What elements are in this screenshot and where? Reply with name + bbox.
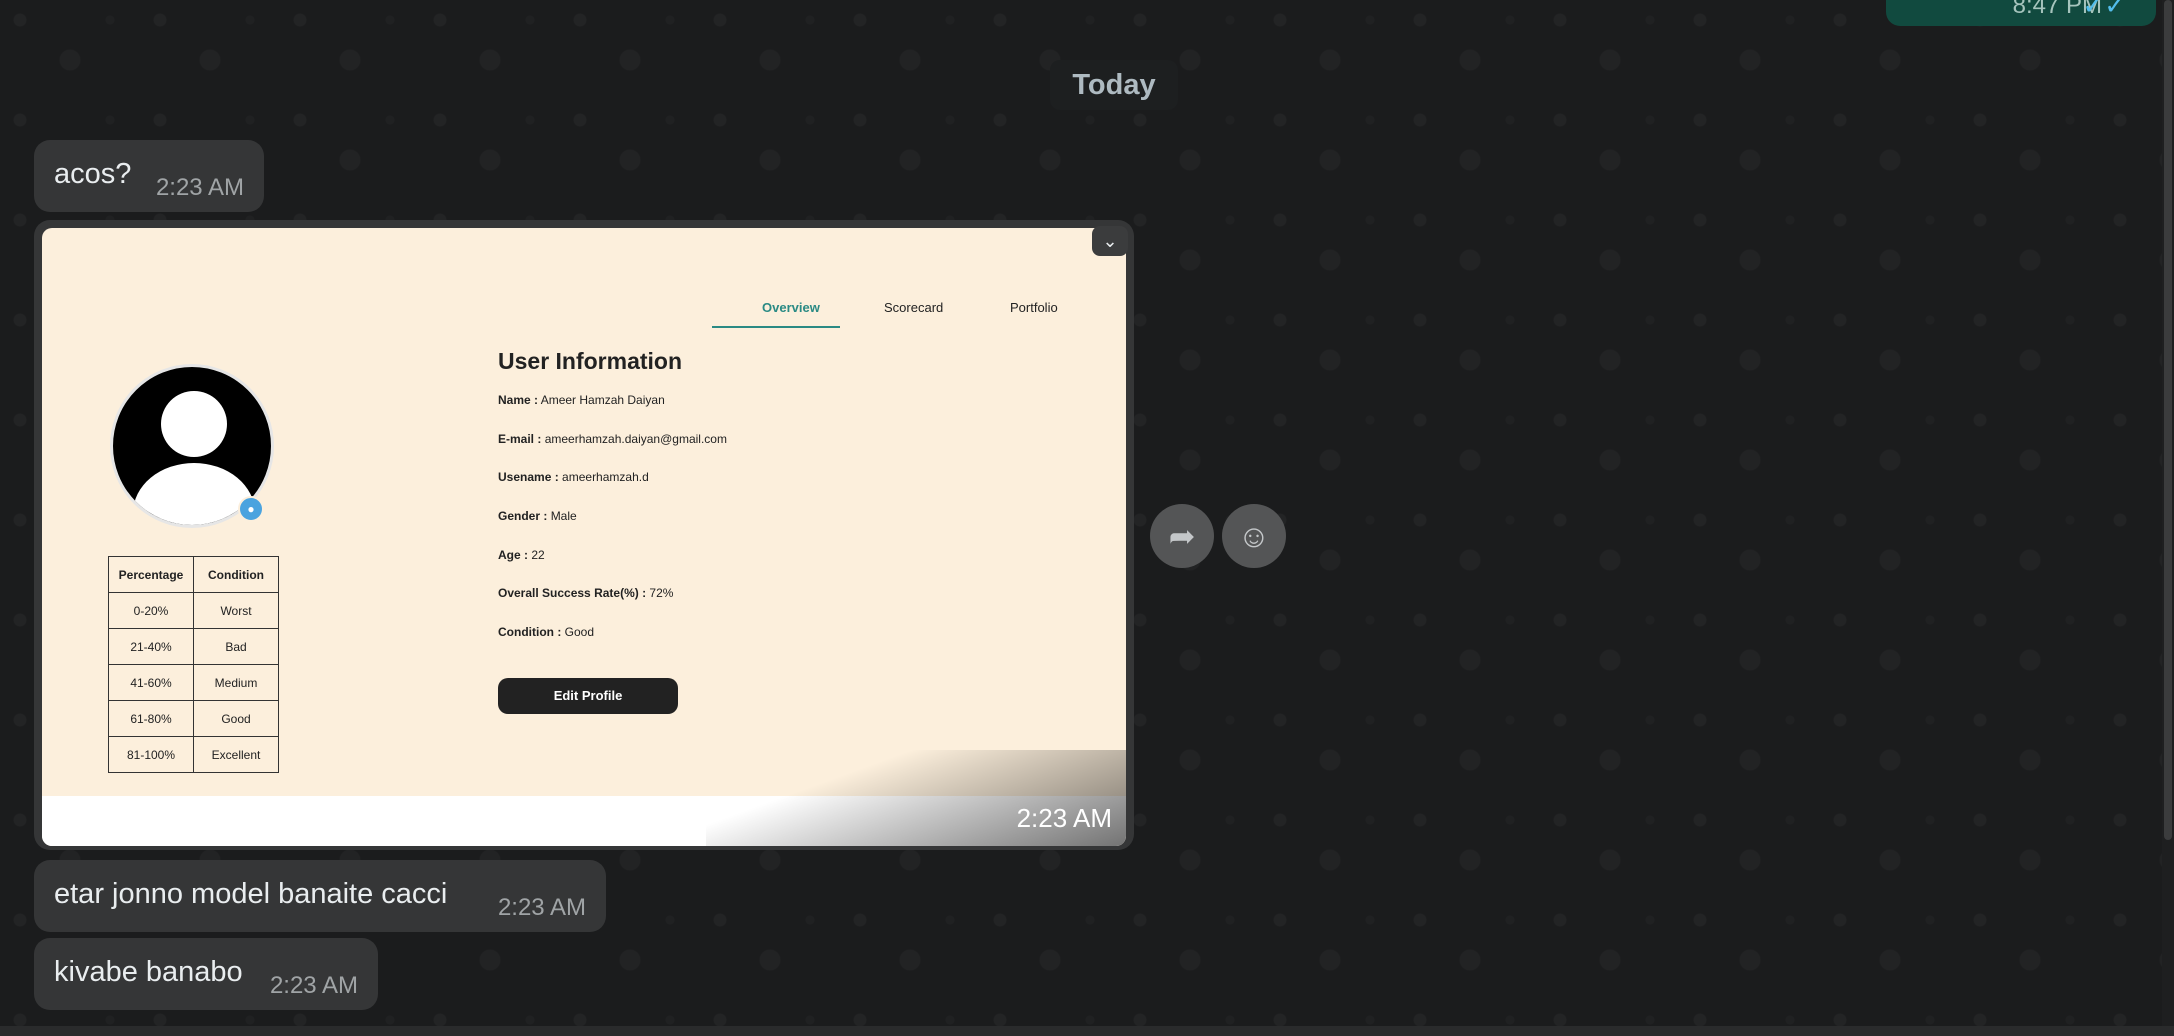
table-row: 61-80% Good (108, 700, 279, 737)
message-text: acos? (54, 158, 132, 190)
table-cell: 81-100% (108, 736, 194, 773)
forward-icon[interactable]: ➦ (1150, 504, 1214, 568)
table-cell: Worst (193, 592, 279, 629)
field-label: Condition : (498, 625, 562, 640)
message-text: etar jonno model banaite cacci (54, 878, 448, 910)
table-row: 21-40% Bad (108, 628, 279, 665)
tab-scorecard: Scorecard (884, 300, 944, 315)
info-row-name: Name : Ameer Hamzah Daiyan (498, 393, 727, 432)
image-message[interactable]: Overview Scorecard Portfolio ● Percentag… (34, 220, 1134, 850)
incoming-message[interactable]: etar jonno model banaite cacci 2:23 AM (34, 860, 606, 932)
message-text: kivabe banabo (54, 956, 243, 988)
field-label: Gender : (498, 509, 548, 524)
field-label: Age : (498, 547, 528, 562)
message-time: 2:23 AM (155, 174, 244, 201)
table-cell: Medium (193, 664, 279, 701)
field-value: Good (564, 625, 595, 640)
message-time: 2:23 AM (269, 972, 358, 999)
table-cell: Good (193, 700, 279, 737)
message-time: 2:23 AM (1016, 803, 1112, 833)
scrollbar[interactable] (2162, 0, 2174, 1036)
table-cell: 41-60% (108, 664, 194, 701)
field-label: Overall Success Rate(%) : (498, 586, 647, 601)
user-information: User Information Name : Ameer Hamzah Dai… (498, 348, 727, 664)
composer-edge (0, 1026, 2174, 1036)
date-separator: Today (1050, 60, 1178, 110)
field-value: Ameer Hamzah Daiyan (540, 393, 665, 407)
field-value: Male (550, 509, 577, 524)
table-cell: 21-40% (108, 628, 194, 665)
field-value: 72% (649, 586, 674, 601)
table-header: Percentage (108, 556, 194, 593)
info-title: User Information (498, 348, 683, 374)
scrollbar-thumb[interactable] (2164, 0, 2172, 840)
incoming-message[interactable]: acos? 2:23 AM (34, 140, 264, 212)
info-row-gender: Gender : Male (498, 509, 727, 548)
field-label: Usename : (498, 470, 559, 485)
active-tab-indicator (712, 326, 840, 328)
chevron-down-icon[interactable]: ⌄ (1092, 226, 1128, 256)
tab-portfolio: Portfolio (1010, 300, 1058, 315)
info-row-success-rate: Overall Success Rate(%) : 72% (498, 586, 727, 625)
table-header-row: Percentage Condition (108, 556, 279, 593)
table-row: 0-20% Worst (108, 592, 279, 629)
field-value: 22 (531, 547, 545, 562)
info-row-age: Age : 22 (498, 548, 727, 587)
table-row: 41-60% Medium (108, 664, 279, 701)
field-label: E-mail : (498, 431, 542, 446)
table-cell: 61-80% (108, 700, 194, 737)
table-cell: Bad (193, 628, 279, 665)
condition-table: Percentage Condition 0-20% Worst 21-40% … (108, 556, 279, 773)
message-time: 2:23 AM (497, 894, 586, 921)
edit-profile-button: Edit Profile (498, 678, 678, 714)
table-cell: 0-20% (108, 592, 194, 629)
table-row: 81-100% Excellent (108, 736, 279, 773)
table-cell: Excellent (193, 736, 279, 773)
emoji-icon[interactable]: ☺ (1222, 504, 1286, 568)
image-attachment[interactable]: Overview Scorecard Portfolio ● Percentag… (42, 228, 1126, 846)
field-label: Name : (498, 393, 539, 407)
field-value: ameerhamzah.daiyan@gmail.com (544, 431, 727, 446)
tab-overview: Overview (762, 300, 820, 315)
field-value: ameerhamzah.d (562, 470, 649, 485)
incoming-message[interactable]: kivabe banabo 2:23 AM (34, 938, 378, 1010)
table-header: Condition (193, 556, 279, 593)
info-row-username: Usename : ameerhamzah.d (498, 470, 727, 509)
info-row-email: E-mail : ameerhamzah.daiyan@gmail.com (498, 432, 727, 471)
double-check-icon: ✓✓ (2082, 0, 2126, 20)
info-row-condition: Condition : Good (498, 625, 727, 664)
camera-icon: ● (238, 496, 264, 522)
